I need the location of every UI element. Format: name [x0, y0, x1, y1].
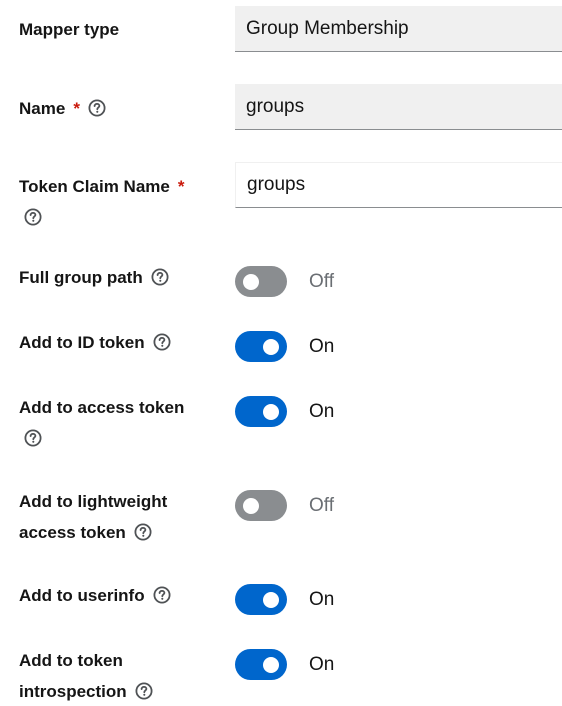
- switch-knob: [263, 591, 279, 608]
- help-circle-icon[interactable]: [24, 429, 42, 447]
- add-to-lightweight-access-token-state: Off: [309, 495, 334, 516]
- help-circle-icon[interactable]: [88, 99, 106, 117]
- add-to-userinfo-switch[interactable]: [235, 584, 287, 615]
- add-to-access-token-label: Add to access token: [19, 392, 209, 454]
- help-circle-icon[interactable]: [134, 523, 152, 541]
- add-to-token-introspection-label: Add to token introspection: [19, 645, 209, 706]
- help-circle-icon[interactable]: [135, 682, 153, 700]
- full-group-path-label: Full group path: [19, 262, 209, 293]
- mapper-type-field[interactable]: [235, 6, 562, 52]
- switch-knob: [263, 403, 279, 420]
- add-to-id-token-state: On: [309, 336, 335, 357]
- help-circle-icon[interactable]: [24, 208, 42, 226]
- help-circle-icon[interactable]: [153, 333, 171, 351]
- help-circle-icon[interactable]: [153, 586, 171, 604]
- required-asterisk: *: [177, 177, 185, 196]
- add-to-access-token-switch[interactable]: [235, 396, 287, 427]
- add-to-userinfo-state: On: [309, 589, 335, 610]
- add-to-token-introspection-switch[interactable]: [235, 649, 287, 680]
- help-circle-icon[interactable]: [151, 268, 169, 286]
- switch-knob: [243, 497, 259, 514]
- mapper-type-label: Mapper type: [19, 20, 120, 39]
- switch-knob: [263, 656, 279, 673]
- add-to-access-token-state: On: [309, 401, 335, 422]
- add-to-id-token-switch[interactable]: [235, 331, 287, 362]
- add-to-token-introspection-state: On: [309, 654, 335, 675]
- add-to-lightweight-access-token-label: Add to lightweight access token: [19, 492, 168, 542]
- switch-knob: [263, 338, 279, 355]
- add-to-id-token-label: Add to ID token: [19, 327, 209, 358]
- token-claim-name-field[interactable]: [235, 162, 562, 208]
- token-claim-name-label: Token Claim Name *: [19, 171, 209, 233]
- full-group-path-state: Off: [309, 271, 334, 292]
- switch-knob: [243, 273, 259, 290]
- name-field[interactable]: [235, 84, 562, 130]
- mapper-details-form: Mapper type Name* Token Claim Name* Full…: [0, 0, 562, 706]
- name-label: Name *: [19, 93, 209, 124]
- full-group-path-switch[interactable]: [235, 266, 287, 297]
- add-to-userinfo-label: Add to userinfo: [19, 580, 209, 611]
- required-asterisk: *: [73, 99, 80, 118]
- add-to-lightweight-access-token-switch[interactable]: [235, 490, 287, 521]
